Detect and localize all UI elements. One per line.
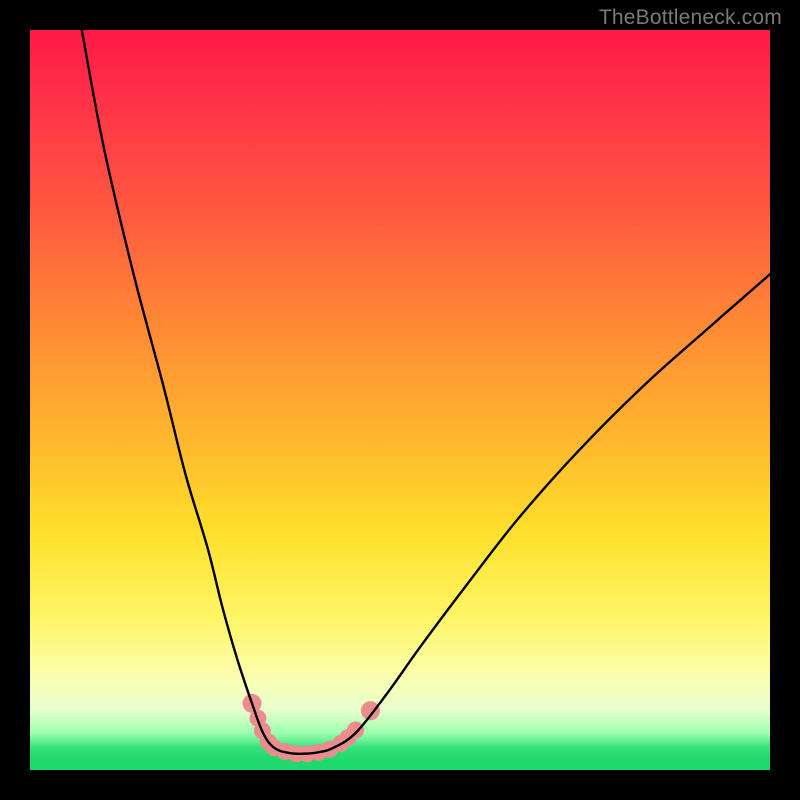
curve-layer [30, 30, 770, 770]
chart-frame: TheBottleneck.com [0, 0, 800, 800]
watermark-text: TheBottleneck.com [599, 6, 782, 30]
highlight-dot [347, 722, 364, 739]
bottleneck-curve [82, 30, 770, 754]
plot-area [30, 30, 770, 770]
